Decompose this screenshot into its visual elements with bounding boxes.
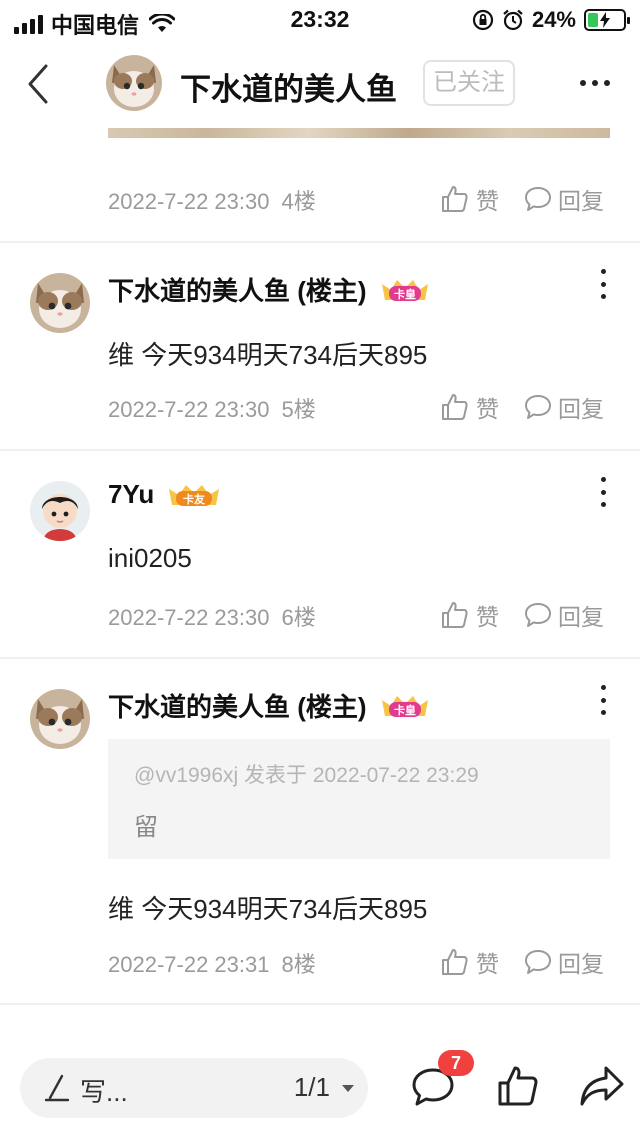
bottom-bar: 写... 1/1 7 [0, 1040, 640, 1136]
alarm-icon [503, 9, 523, 31]
post-image[interactable] [108, 128, 610, 138]
follow-button[interactable]: 已关注 [423, 60, 515, 106]
comment-icon [525, 950, 551, 974]
comment-icon [525, 395, 551, 419]
pen-icon [44, 1074, 70, 1102]
post-meta: 2022-7-22 23:31 8楼 赞 回复 [108, 945, 610, 981]
username-text: 下水道的美人鱼 (楼主) [108, 276, 367, 306]
reply-label: 回复 [558, 188, 604, 214]
post-text: 维 今天934明天734后天895 [108, 340, 428, 370]
quote-text: 留 [134, 814, 158, 841]
user-avatar[interactable] [30, 689, 90, 749]
badge-text: 卡皇 [394, 287, 416, 301]
battery-icon [584, 9, 630, 31]
author-avatar[interactable] [106, 55, 162, 111]
post-meta: 2022-7-22 23:30 4楼 赞 回复 [108, 182, 610, 218]
post-meta: 2022-7-22 23:30 6楼 赞 回复 [108, 598, 610, 634]
like-button[interactable]: 赞 [440, 598, 499, 632]
quoted-reply[interactable]: @vv1996xj 发表于 2022-07-22 23:29 留 [108, 739, 610, 859]
username-text: 下水道的美人鱼 (楼主) [108, 692, 367, 722]
post-floor: 8楼 [281, 952, 316, 977]
thumbs-up-icon [442, 602, 468, 628]
thumbs-up-icon[interactable] [496, 1064, 540, 1108]
badge-icon: 卡友 [169, 484, 220, 506]
more-options-icon[interactable] [580, 80, 610, 86]
like-button[interactable]: 赞 [440, 182, 499, 216]
nav-bar: 下水道的美人鱼 已关注 [0, 40, 640, 128]
like-label: 赞 [476, 396, 499, 422]
like-button[interactable]: 赞 [440, 945, 499, 979]
post-date: 2022-7-22 23:30 [108, 397, 270, 422]
like-label: 赞 [476, 951, 499, 977]
divider [0, 657, 640, 659]
reply-button[interactable]: 回复 [524, 390, 604, 424]
like-label: 赞 [476, 604, 499, 630]
post-menu-icon[interactable] [598, 685, 608, 715]
post-date: 2022-7-22 23:30 [108, 189, 270, 214]
caret-down-icon[interactable] [342, 1085, 354, 1092]
battery-percent: 24% [531, 7, 576, 32]
compose-input[interactable]: 写... 1/1 [20, 1058, 368, 1118]
reply-button[interactable]: 回复 [524, 945, 604, 979]
like-button[interactable]: 赞 [440, 390, 499, 424]
divider [0, 1003, 640, 1005]
thumbs-up-icon [442, 949, 468, 975]
rotation-lock-icon [472, 9, 494, 31]
user-avatar[interactable] [30, 273, 90, 333]
reply-label: 回复 [558, 604, 604, 630]
badge-icon: 卡皇 [381, 279, 428, 301]
divider [0, 241, 640, 243]
badge-text: 卡皇 [394, 703, 416, 717]
reply-button[interactable]: 回复 [524, 598, 604, 632]
username-text: 7Yu [108, 479, 155, 509]
post-floor: 6楼 [281, 605, 316, 630]
thumbs-up-icon [442, 394, 468, 420]
compose-placeholder: 写... [80, 1077, 128, 1107]
badge-text: 卡友 [183, 492, 205, 506]
badge-icon: 卡皇 [381, 695, 428, 717]
page-indicator[interactable]: 1/1 [294, 1072, 330, 1103]
post-text: ini0205 [108, 543, 192, 573]
comment-icon [525, 187, 551, 211]
post-text: 维 今天934明天734后天895 [108, 894, 428, 924]
post-menu-icon[interactable] [598, 269, 608, 299]
username[interactable]: 7Yu 卡友 [108, 479, 222, 510]
author-name[interactable]: 下水道的美人鱼 [180, 64, 397, 109]
comment-count-badge: 7 [438, 1050, 474, 1076]
quote-meta: @vv1996xj 发表于 2022-07-22 23:29 [134, 764, 479, 787]
reply-button[interactable]: 回复 [524, 182, 604, 216]
back-arrow-icon[interactable] [20, 60, 60, 108]
reply-label: 回复 [558, 951, 604, 977]
thumbs-up-icon [442, 186, 468, 212]
post-date: 2022-7-22 23:31 [108, 952, 270, 977]
divider [0, 449, 640, 451]
like-label: 赞 [476, 188, 499, 214]
reply-label: 回复 [558, 396, 604, 422]
comment-icon [525, 603, 551, 627]
post-meta: 2022-7-22 23:30 5楼 赞 回复 [108, 390, 610, 426]
post-menu-icon[interactable] [598, 477, 608, 507]
username[interactable]: 下水道的美人鱼 (楼主) 卡皇 [108, 271, 431, 308]
share-icon[interactable] [578, 1064, 626, 1108]
post-date: 2022-7-22 23:30 [108, 605, 270, 630]
post-floor: 5楼 [281, 397, 316, 422]
post-floor: 4楼 [281, 189, 316, 214]
user-avatar[interactable] [30, 481, 90, 541]
username[interactable]: 下水道的美人鱼 (楼主) 卡皇 [108, 687, 431, 724]
status-bar: 中国电信 23:32 24% [0, 0, 640, 40]
